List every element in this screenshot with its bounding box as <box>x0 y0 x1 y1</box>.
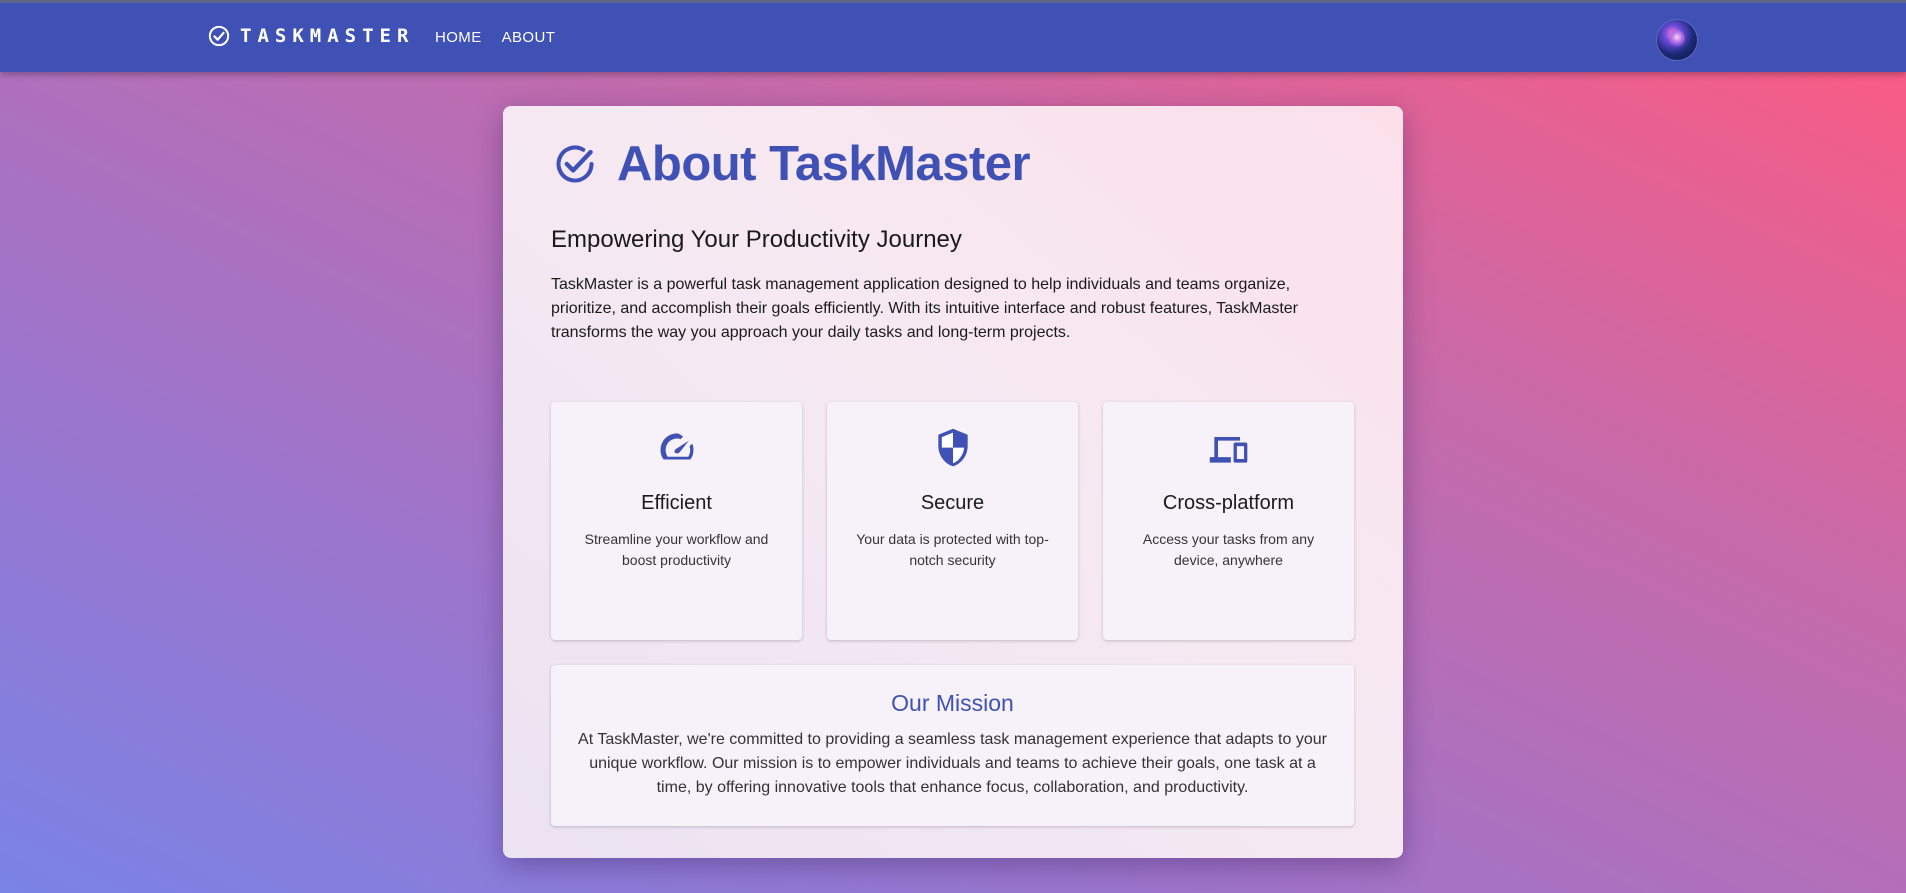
speedometer-icon <box>660 433 694 460</box>
feature-description: Access your tasks from any device, anywh… <box>1142 531 1315 568</box>
feature-description: Streamline your workflow and boost produ… <box>584 531 769 568</box>
feature-title: Secure <box>920 492 985 514</box>
devices-icon <box>1209 437 1248 463</box>
feature-card-secure: Secure Your data is protected with top-n… <box>827 402 1078 640</box>
mission-text: At TaskMaster, we're committed to provid… <box>578 731 1327 796</box>
feature-description: Your data is protected with top-notch se… <box>856 531 1049 568</box>
mission-title: Our Mission <box>891 690 1014 716</box>
feature-title: Cross-platform <box>1162 492 1295 514</box>
page-subtitle: Empowering Your Productivity Journey <box>551 226 962 253</box>
app-bar: TASKMASTER HOME ABOUT <box>0 0 1906 72</box>
shield-icon <box>938 428 968 467</box>
nav-home-link[interactable]: HOME <box>435 29 482 46</box>
check-circle-icon <box>556 145 594 183</box>
nav-about-link[interactable]: ABOUT <box>502 29 556 46</box>
feature-title: Efficient <box>641 492 712 514</box>
brand-name: TASKMASTER <box>240 25 415 47</box>
feature-card-efficient: Efficient Streamline your workflow and b… <box>551 402 802 640</box>
about-card: About TaskMaster Empowering Your Product… <box>503 106 1403 858</box>
main-nav: HOME ABOUT <box>435 29 555 46</box>
page-title: About TaskMaster <box>617 137 1031 191</box>
intro-paragraph: TaskMaster is a powerful task management… <box>551 276 1299 341</box>
brand-logo[interactable]: TASKMASTER <box>208 25 414 47</box>
check-circle-icon <box>208 25 230 47</box>
mission-card: Our Mission At TaskMaster, we're committ… <box>551 665 1354 826</box>
user-avatar[interactable] <box>1657 20 1697 60</box>
feature-card-cross-platform: Cross-platform Access your tasks from an… <box>1103 402 1354 640</box>
title-row: About TaskMaster <box>553 136 1031 192</box>
